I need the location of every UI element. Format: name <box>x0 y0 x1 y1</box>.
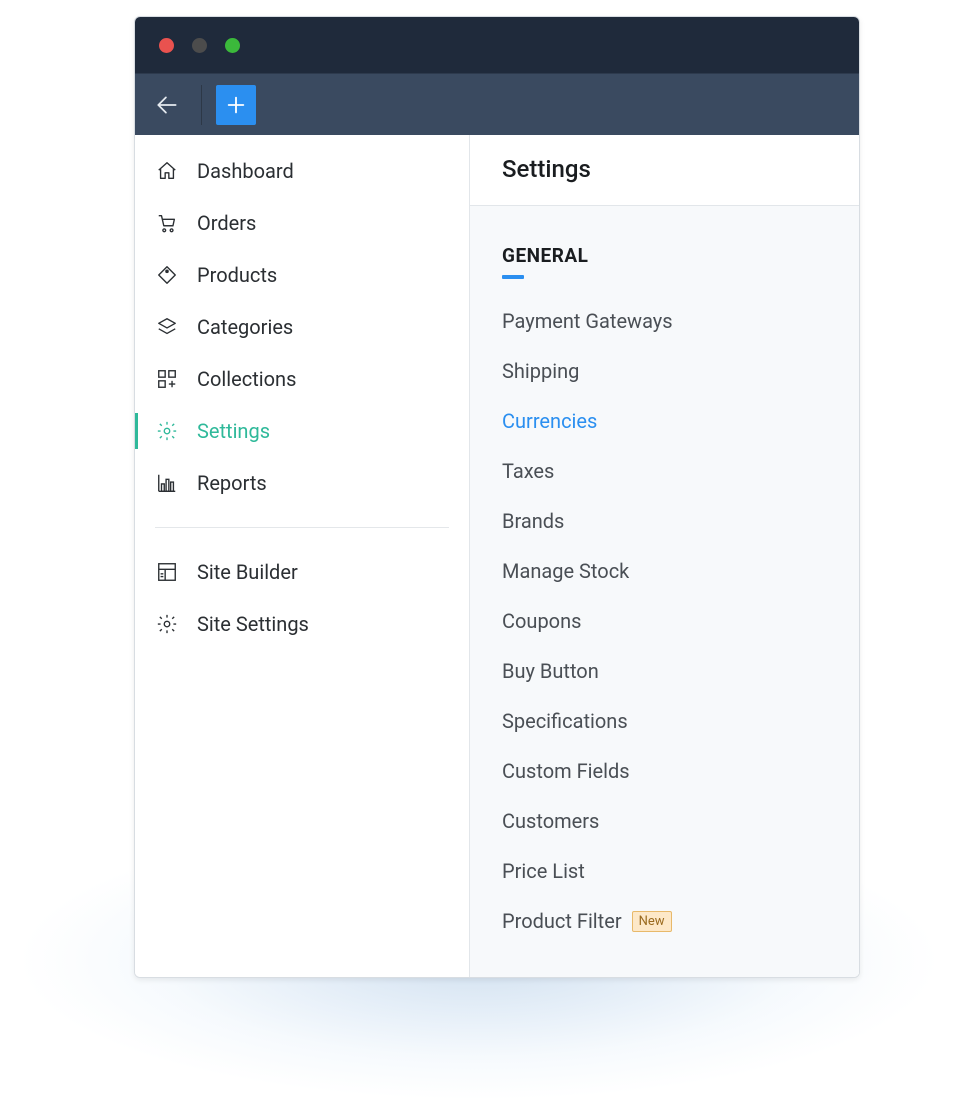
settings-item-label: Currencies <box>502 409 597 433</box>
main-panel: Settings GENERAL Payment Gateways Shippi… <box>470 135 859 977</box>
cart-icon <box>155 211 179 235</box>
settings-item-label: Taxes <box>502 459 554 483</box>
sidebar-item-label: Reports <box>197 471 267 495</box>
section-underline <box>502 275 524 279</box>
close-window-icon[interactable] <box>159 38 174 53</box>
sidebar: Dashboard Orders Products Categories <box>135 135 470 977</box>
grid-plus-icon <box>155 367 179 391</box>
sidebar-item-products[interactable]: Products <box>135 249 469 301</box>
settings-item-label: Coupons <box>502 609 581 633</box>
maximize-window-icon[interactable] <box>225 38 240 53</box>
settings-item-label: Product Filter <box>502 909 622 933</box>
settings-item-label: Customers <box>502 809 599 833</box>
sidebar-item-categories[interactable]: Categories <box>135 301 469 353</box>
arrow-left-icon <box>154 92 180 118</box>
gear-icon <box>155 419 179 443</box>
settings-item-taxes[interactable]: Taxes <box>502 459 827 483</box>
page-title: Settings <box>502 155 827 183</box>
plus-icon <box>225 94 247 116</box>
sidebar-item-label: Site Settings <box>197 612 309 636</box>
layers-icon <box>155 315 179 339</box>
settings-list: Payment Gateways Shipping Currencies Tax… <box>502 309 827 933</box>
minimize-window-icon[interactable] <box>192 38 207 53</box>
titlebar <box>135 17 859 73</box>
gear-icon <box>155 612 179 636</box>
main-header: Settings <box>470 135 859 206</box>
sidebar-item-label: Orders <box>197 211 256 235</box>
sidebar-item-collections[interactable]: Collections <box>135 353 469 405</box>
tag-icon <box>155 263 179 287</box>
settings-item-product-filter[interactable]: Product Filter New <box>502 909 827 933</box>
settings-item-label: Custom Fields <box>502 759 630 783</box>
settings-item-brands[interactable]: Brands <box>502 509 827 533</box>
sidebar-item-label: Settings <box>197 419 270 443</box>
settings-item-price-list[interactable]: Price List <box>502 859 827 883</box>
settings-item-payment-gateways[interactable]: Payment Gateways <box>502 309 827 333</box>
toolbar <box>135 73 859 135</box>
section-title: GENERAL <box>502 244 827 267</box>
app-body: Dashboard Orders Products Categories <box>135 135 859 977</box>
sidebar-item-label: Dashboard <box>197 159 294 183</box>
sidebar-item-reports[interactable]: Reports <box>135 457 469 509</box>
toolbar-divider <box>201 85 202 125</box>
settings-item-buy-button[interactable]: Buy Button <box>502 659 827 683</box>
sidebar-divider <box>155 527 449 528</box>
settings-item-shipping[interactable]: Shipping <box>502 359 827 383</box>
settings-item-specifications[interactable]: Specifications <box>502 709 827 733</box>
back-button[interactable] <box>147 85 187 125</box>
sidebar-item-site-settings[interactable]: Site Settings <box>135 598 469 650</box>
settings-item-label: Price List <box>502 859 585 883</box>
settings-item-label: Buy Button <box>502 659 599 683</box>
sidebar-item-settings[interactable]: Settings <box>135 405 469 457</box>
sidebar-item-label: Collections <box>197 367 296 391</box>
sidebar-item-label: Products <box>197 263 277 287</box>
sidebar-item-label: Site Builder <box>197 560 298 584</box>
bar-chart-icon <box>155 471 179 495</box>
new-badge: New <box>632 911 672 932</box>
home-icon <box>155 159 179 183</box>
sidebar-item-orders[interactable]: Orders <box>135 197 469 249</box>
settings-item-label: Payment Gateways <box>502 309 673 333</box>
settings-item-currencies[interactable]: Currencies <box>502 409 827 433</box>
settings-item-label: Manage Stock <box>502 559 629 583</box>
sidebar-item-label: Categories <box>197 315 293 339</box>
main-body: GENERAL Payment Gateways Shipping Curren… <box>470 206 859 977</box>
layout-icon <box>155 560 179 584</box>
settings-item-label: Shipping <box>502 359 579 383</box>
settings-item-manage-stock[interactable]: Manage Stock <box>502 559 827 583</box>
sidebar-item-site-builder[interactable]: Site Builder <box>135 546 469 598</box>
settings-item-customers[interactable]: Customers <box>502 809 827 833</box>
settings-item-custom-fields[interactable]: Custom Fields <box>502 759 827 783</box>
app-window: Dashboard Orders Products Categories <box>134 16 860 978</box>
settings-item-label: Brands <box>502 509 564 533</box>
settings-item-coupons[interactable]: Coupons <box>502 609 827 633</box>
settings-item-label: Specifications <box>502 709 628 733</box>
add-button[interactable] <box>216 85 256 125</box>
sidebar-item-dashboard[interactable]: Dashboard <box>135 145 469 197</box>
